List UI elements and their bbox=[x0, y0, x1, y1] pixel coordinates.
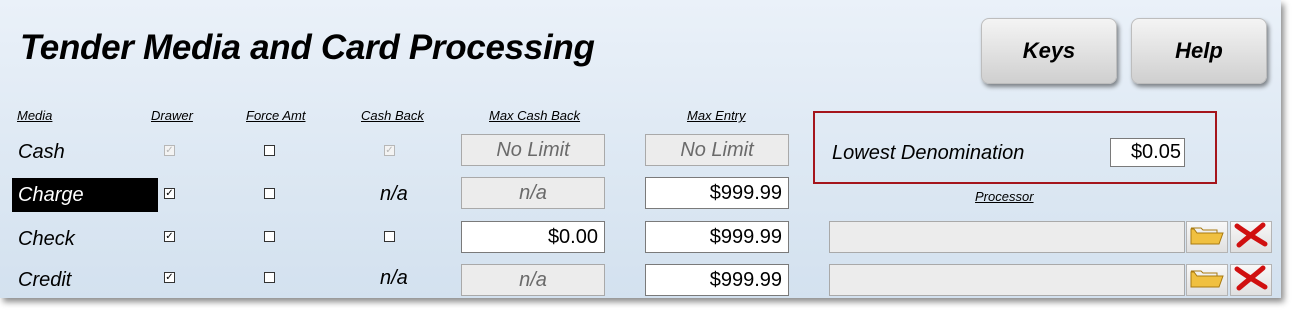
column-header-processor: Processor bbox=[975, 189, 1034, 204]
lowest-denomination-input[interactable]: $0.05 bbox=[1110, 138, 1185, 167]
max-cash-back-field-credit: n/a bbox=[461, 264, 605, 296]
column-header-drawer: Drawer bbox=[151, 108, 193, 123]
cash-back-na-charge: n/a bbox=[380, 183, 408, 205]
delete-processor-button-check[interactable] bbox=[1230, 221, 1272, 253]
media-item-charge[interactable]: Charge bbox=[12, 178, 158, 212]
force-amt-checkbox-cash[interactable] bbox=[264, 145, 275, 156]
max-entry-field-credit[interactable]: $999.99 bbox=[645, 264, 789, 296]
page-title: Tender Media and Card Processing bbox=[20, 28, 595, 67]
help-button[interactable]: Help bbox=[1131, 18, 1267, 84]
processor-field-credit bbox=[829, 264, 1185, 296]
delete-x-icon bbox=[1233, 222, 1269, 253]
folder-icon bbox=[1189, 224, 1225, 251]
browse-processor-button-credit[interactable] bbox=[1186, 264, 1228, 296]
media-item-check[interactable]: Check bbox=[12, 222, 158, 256]
column-header-max-cash-back: Max Cash Back bbox=[489, 108, 581, 123]
drawer-checkbox-credit[interactable]: ✓ bbox=[164, 272, 175, 283]
cash-back-checkbox-check[interactable] bbox=[384, 231, 395, 242]
delete-processor-button-credit[interactable] bbox=[1230, 264, 1272, 296]
browse-processor-button-check[interactable] bbox=[1186, 221, 1228, 253]
column-header-cash-back: Cash Back bbox=[361, 108, 424, 123]
media-item-cash[interactable]: Cash bbox=[12, 135, 158, 169]
drawer-checkbox-cash: ✓ bbox=[164, 145, 175, 156]
force-amt-checkbox-check[interactable] bbox=[264, 231, 275, 242]
force-amt-checkbox-charge[interactable] bbox=[264, 188, 275, 199]
max-entry-field-charge[interactable]: $999.99 bbox=[645, 177, 789, 209]
cash-back-checkbox-cash: ✓ bbox=[384, 145, 395, 156]
column-header-force-amt: Force Amt bbox=[246, 108, 306, 123]
drawer-checkbox-charge[interactable]: ✓ bbox=[164, 188, 175, 199]
media-item-credit[interactable]: Credit bbox=[12, 263, 158, 297]
max-entry-field-cash: No Limit bbox=[645, 134, 789, 166]
keys-button[interactable]: Keys bbox=[981, 18, 1117, 84]
delete-x-icon bbox=[1233, 265, 1269, 296]
column-header-max-entry: Max Entry bbox=[687, 108, 746, 123]
max-cash-back-field-cash: No Limit bbox=[461, 134, 605, 166]
cash-back-na-credit: n/a bbox=[380, 267, 408, 289]
max-cash-back-field-check[interactable]: $0.00 bbox=[461, 221, 605, 253]
force-amt-checkbox-credit[interactable] bbox=[264, 272, 275, 283]
column-header-media: Media bbox=[17, 108, 53, 123]
max-cash-back-field-charge: n/a bbox=[461, 177, 605, 209]
drawer-checkbox-check[interactable]: ✓ bbox=[164, 231, 175, 242]
processor-field-check bbox=[829, 221, 1185, 253]
lowest-denomination-label: Lowest Denomination bbox=[832, 142, 1025, 164]
max-entry-field-check[interactable]: $999.99 bbox=[645, 221, 789, 253]
folder-icon bbox=[1189, 267, 1225, 294]
